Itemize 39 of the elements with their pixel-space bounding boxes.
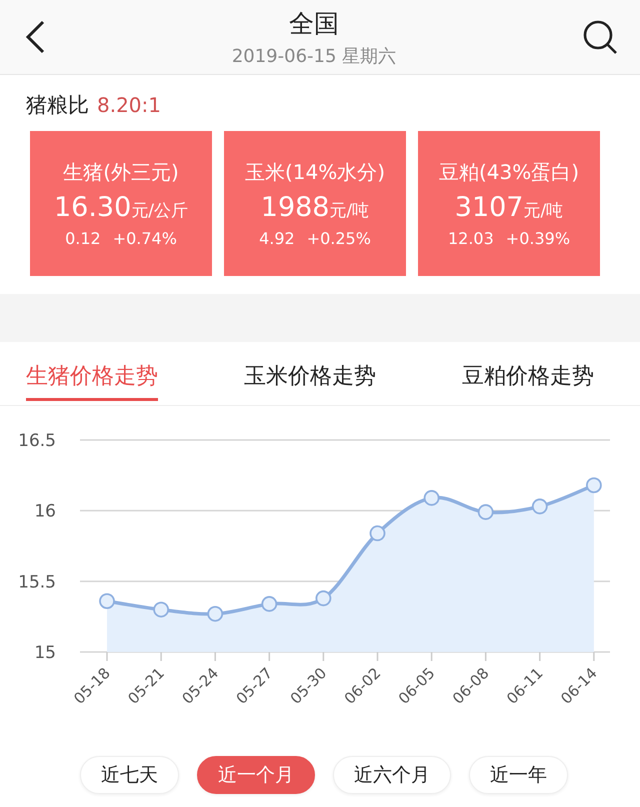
percent-change: +0.74% <box>112 229 177 248</box>
percent-change: +0.39% <box>506 229 570 248</box>
page-title: 全国 <box>289 8 339 40</box>
data-point <box>424 490 440 506</box>
range-button[interactable]: 近六个月 <box>333 756 451 794</box>
price-change: 4.92 <box>259 229 295 248</box>
chart-tab[interactable]: 生猪价格走势 <box>26 342 158 405</box>
data-point <box>207 606 224 622</box>
commodity-name: 玉米(14%水分) <box>244 159 386 186</box>
data-point <box>532 498 548 514</box>
page-date: 2019-06-15 星期六 <box>232 44 396 68</box>
data-point <box>153 602 169 618</box>
data-point <box>316 590 332 606</box>
ratio-value: 8.20:1 <box>97 93 161 117</box>
back-icon[interactable] <box>24 20 46 54</box>
percent-change: +0.25% <box>306 229 371 248</box>
range-button[interactable]: 近七天 <box>80 756 179 794</box>
price-change: 12.03 <box>448 229 494 248</box>
range-button[interactable]: 近一个月 <box>197 756 315 794</box>
commodity-price: 3107元/吨 <box>454 192 564 223</box>
y-axis-label: 15.5 <box>18 572 56 592</box>
range-button[interactable]: 近一年 <box>469 756 568 794</box>
commodity-price: 16.30元/公斤 <box>54 192 188 223</box>
commodity-name: 豆粕(43%蛋白) <box>438 159 580 186</box>
data-point <box>586 477 602 494</box>
data-point <box>261 596 278 612</box>
chart-tab[interactable]: 玉米价格走势 <box>244 342 376 405</box>
y-axis-label: 15 <box>34 643 56 663</box>
data-point <box>478 504 494 520</box>
data-point <box>370 525 386 542</box>
commodity-price: 1988元/吨 <box>260 192 370 223</box>
ratio-label: 猪粮比 <box>26 92 89 119</box>
chart-tab[interactable]: 豆粕价格走势 <box>462 342 594 405</box>
commodity-name: 生猪(外三元) <box>63 159 179 186</box>
y-axis-label: 16 <box>34 502 56 522</box>
price-change: 0.12 <box>65 229 101 248</box>
search-icon[interactable] <box>582 19 618 55</box>
data-point <box>99 593 115 610</box>
y-axis-label: 16.5 <box>18 431 56 451</box>
